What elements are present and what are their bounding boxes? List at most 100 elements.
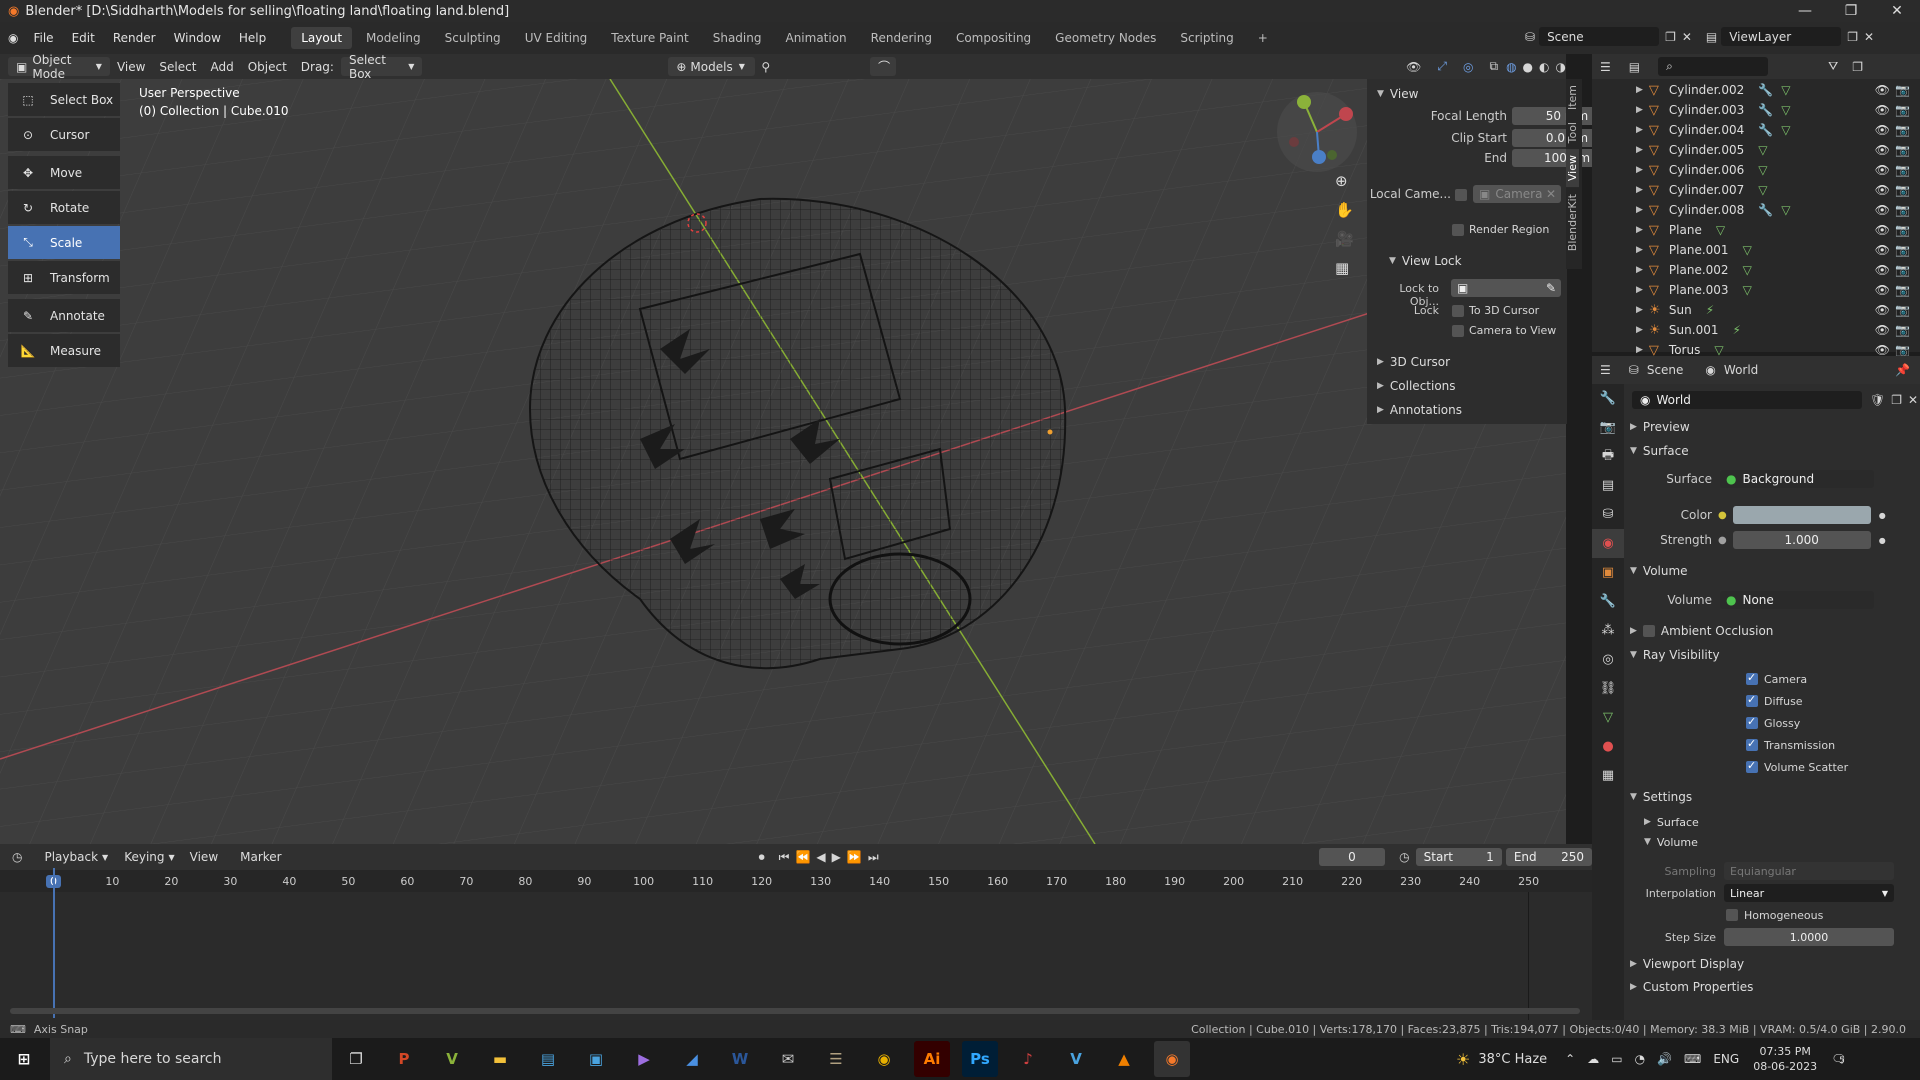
close-button[interactable]: ✕ <box>1874 0 1920 22</box>
tool-transform[interactable]: ⊞ Transform <box>8 261 120 294</box>
render-camera-icon[interactable]: 📷 <box>1895 83 1910 97</box>
outliner-row[interactable]: ▶ ▽ Plane.001 ▽ 👁 📷 <box>1592 240 1920 260</box>
display-mode-icon[interactable]: ▤ <box>1629 60 1640 74</box>
keyframe-dot-icon[interactable]: ● <box>1879 536 1886 545</box>
settings-panel[interactable]: ▼ Settings <box>1624 786 1920 808</box>
menu-edit[interactable]: Edit <box>63 31 104 45</box>
strength-field[interactable]: 1.000 <box>1732 531 1871 549</box>
menu-view[interactable]: View <box>110 60 152 74</box>
store-icon[interactable]: ▣ <box>578 1041 614 1077</box>
overlay-icon[interactable]: ◎ <box>1463 60 1473 74</box>
particles-tab-icon[interactable]: ⁂ <box>1592 616 1624 645</box>
view-section-header[interactable]: ▼ View <box>1377 87 1418 101</box>
timeline-view-menu[interactable]: View <box>183 850 225 864</box>
volume-icon[interactable]: 🔊 <box>1657 1052 1672 1066</box>
eye-icon[interactable]: 👁 <box>1875 223 1890 237</box>
physics-tab-icon[interactable]: ◎ <box>1592 645 1624 674</box>
editor-type-icon[interactable]: ☰ <box>1600 60 1611 74</box>
breadcrumb-world[interactable]: World <box>1724 363 1758 377</box>
render-camera-icon[interactable]: 📷 <box>1895 143 1910 157</box>
xray-icon[interactable]: ⧉ <box>1489 59 1498 74</box>
current-frame-field[interactable]: 0 <box>1318 848 1386 866</box>
homogeneous-checkbox[interactable] <box>1726 909 1738 921</box>
lock-to-3d-cursor-checkbox[interactable] <box>1452 305 1464 317</box>
tool-cursor[interactable]: ⊙ Cursor <box>8 118 120 151</box>
play-reverse-icon[interactable]: ◀ <box>816 850 825 864</box>
tab-shading[interactable]: Shading <box>703 27 772 49</box>
windows-app-icon[interactable]: ▤ <box>530 1041 566 1077</box>
interpolation-dropdown[interactable]: Linear ▼ <box>1724 884 1894 902</box>
clock[interactable]: 07:35 PM 08-06-2023 <box>1753 1044 1817 1074</box>
camera-view-icon[interactable]: 🎥 <box>1335 230 1354 248</box>
preview-panel[interactable]: ▶ Preview <box>1624 416 1920 438</box>
tab-sculpting[interactable]: Sculpting <box>435 27 511 49</box>
render-camera-icon[interactable]: 📷 <box>1895 343 1910 357</box>
taskbar-search[interactable]: ⌕ Type here to search <box>50 1038 332 1080</box>
navigation-gizmo[interactable] <box>1272 87 1362 177</box>
viewport-display-panel[interactable]: ▶ Viewport Display <box>1624 953 1920 975</box>
render-camera-icon[interactable]: 📷 <box>1895 303 1910 317</box>
start-frame-field[interactable]: Start 1 <box>1415 848 1502 866</box>
photoshop-icon[interactable]: Ps <box>962 1041 998 1077</box>
ray-camera-checkbox[interactable] <box>1746 671 1758 685</box>
eye-icon[interactable]: 👁 <box>1875 303 1890 317</box>
task-view-icon[interactable]: ❐ <box>338 1041 374 1077</box>
render-camera-icon[interactable]: 📷 <box>1895 283 1910 297</box>
pin-icon[interactable]: 📌 <box>1895 363 1910 377</box>
new-scene-icon[interactable]: ❐ <box>1665 30 1676 44</box>
tab-tool[interactable]: Tool <box>1566 116 1579 149</box>
render-region-checkbox[interactable] <box>1452 224 1464 236</box>
view-layer-selector[interactable]: ViewLayer <box>1721 27 1842 46</box>
outliner-row[interactable]: ▶ ▽ Plane ▽ 👁 📷 <box>1592 220 1920 240</box>
new-collection-icon[interactable]: ❐ <box>1852 60 1863 74</box>
ray-volume-scatter-checkbox[interactable] <box>1746 759 1758 773</box>
menu-help[interactable]: Help <box>230 31 275 45</box>
settings-surface-subpanel[interactable]: ▶ Surface <box>1624 811 1920 833</box>
mode-selector[interactable]: ▣ Object Mode ▼ <box>8 53 110 81</box>
outliner-row[interactable]: ▶ ▽ Cylinder.003 🔧 ▽ 👁 📷 <box>1592 100 1920 120</box>
illustrator-icon[interactable]: Ai <box>914 1041 950 1077</box>
app-icon[interactable]: ◢ <box>674 1041 710 1077</box>
basket-mesh[interactable] <box>828 552 972 646</box>
new-world-icon[interactable]: ❐ <box>1891 393 1902 407</box>
local-camera-field[interactable]: ▣ Camera ✕ <box>1473 185 1561 203</box>
playback-menu[interactable]: Playback ▼ <box>36 848 116 867</box>
tool-tab-icon[interactable]: 🔧 <box>1592 384 1624 413</box>
render-camera-icon[interactable]: 📷 <box>1895 223 1910 237</box>
vectorize-app-icon[interactable]: V <box>1058 1041 1094 1077</box>
tool-annotate[interactable]: ✎ Annotate <box>8 299 120 332</box>
timeline-marker-menu[interactable]: Marker <box>233 850 288 864</box>
outliner-row[interactable]: ▶ ☀ Sun ⚡ 👁 📷 <box>1592 300 1920 320</box>
clock-icon[interactable]: ◷ <box>1399 850 1409 864</box>
ambient-occlusion-panel[interactable]: ▶ Ambient Occlusion <box>1624 620 1920 642</box>
eyedropper-icon[interactable]: ✎ <box>1546 281 1556 295</box>
eye-icon[interactable]: 👁 <box>1875 163 1890 177</box>
jump-start-icon[interactable]: ⏮ <box>779 850 790 865</box>
tool-rotate[interactable]: ↻ Rotate <box>8 191 120 224</box>
3d-cursor-section[interactable]: ▶ 3D Cursor <box>1377 355 1450 369</box>
next-keyframe-icon[interactable]: ⏩ <box>847 850 862 864</box>
render-tab-icon[interactable]: 📷 <box>1592 413 1624 442</box>
minimize-button[interactable]: — <box>1782 0 1828 22</box>
proportional-edit-selector[interactable]: ⌒ <box>870 57 897 76</box>
tab-modeling[interactable]: Modeling <box>356 27 431 49</box>
timeline-scrollbar[interactable] <box>10 1008 1580 1014</box>
tab-scripting[interactable]: Scripting <box>1170 27 1243 49</box>
prev-keyframe-icon[interactable]: ⏪ <box>795 850 810 864</box>
jump-end-icon[interactable]: ⏭ <box>868 850 879 865</box>
outliner-row[interactable]: ▶ ▽ Cylinder.005 ▽ 👁 📷 <box>1592 140 1920 160</box>
solid-shading-icon[interactable]: ● <box>1523 60 1533 74</box>
texture-tab-icon[interactable]: ▦ <box>1592 761 1624 790</box>
menu-select[interactable]: Select <box>152 60 203 74</box>
new-view-layer-icon[interactable]: ❐ <box>1847 30 1858 44</box>
remove-view-layer-icon[interactable]: ✕ <box>1864 30 1874 44</box>
remove-scene-icon[interactable]: ✕ <box>1682 30 1692 44</box>
chrome-icon[interactable]: ◉ <box>866 1041 902 1077</box>
menu-window[interactable]: Window <box>165 31 230 45</box>
surface-panel[interactable]: ▼ Surface <box>1624 440 1920 462</box>
powerpoint-icon[interactable]: P <box>386 1041 422 1077</box>
ortho-grid-icon[interactable]: ▦ <box>1335 259 1354 277</box>
eye-icon[interactable]: 👁 <box>1875 263 1890 277</box>
object-tab-icon[interactable]: ▣ <box>1592 558 1624 587</box>
eye-icon[interactable]: 👁 <box>1875 183 1890 197</box>
